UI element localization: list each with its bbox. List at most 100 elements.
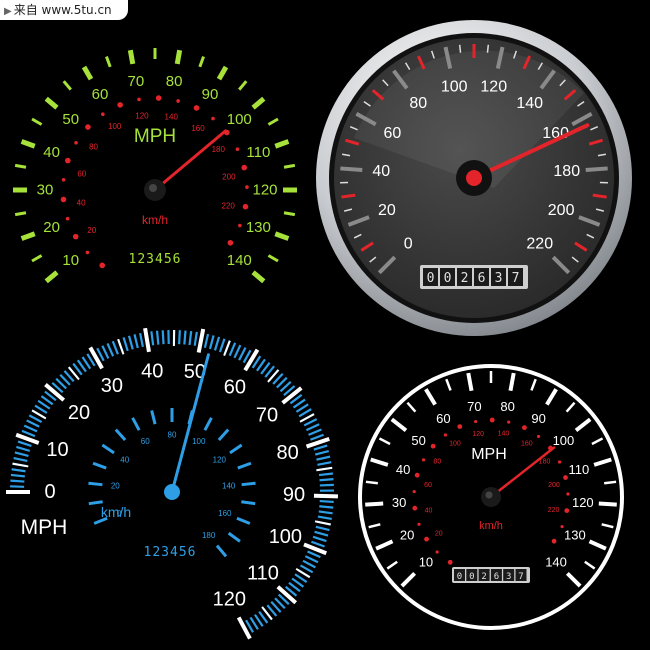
mph-label: 20 [400, 527, 414, 542]
odometer-digit: 0 [457, 572, 462, 582]
mph-label: 40 [396, 462, 410, 477]
speed-label: 0 [404, 235, 413, 252]
mph-label: 20 [43, 219, 60, 236]
speed-label: 120 [480, 79, 507, 96]
band-tick [155, 330, 160, 345]
kmh-dot [74, 140, 78, 145]
mph-label: 20 [68, 402, 90, 424]
kmh-dot [435, 550, 439, 554]
odometer-digit: 7 [518, 572, 523, 582]
kmh-label: 20 [435, 530, 443, 537]
mph-label: 10 [46, 439, 68, 461]
major-tick [274, 139, 290, 149]
minor-tick [565, 401, 576, 413]
minor-tick [198, 56, 205, 68]
kmh-tick [150, 410, 157, 425]
band-tick [318, 472, 334, 477]
band-tick [311, 540, 325, 548]
kmh-label: 160 [218, 509, 232, 518]
mph-label: 80 [276, 442, 298, 464]
kmh-dot [447, 559, 453, 565]
major-tick [598, 501, 617, 507]
kmh-label: 20 [87, 226, 96, 235]
major-tick [370, 457, 389, 467]
band-tick [218, 338, 226, 353]
kmh-dot [414, 472, 420, 478]
unit-mph: MPH [471, 446, 507, 463]
major-tick [400, 571, 417, 588]
odometer: 123456 [129, 252, 182, 267]
mph-label: 70 [256, 404, 278, 426]
half-tick [117, 338, 125, 355]
kmh-label: 140 [498, 431, 510, 438]
kmh-tick [88, 481, 103, 487]
major-tick [127, 49, 136, 65]
speed-label: 180 [553, 163, 580, 180]
mph-label: 60 [224, 376, 246, 398]
mph-label: 90 [531, 411, 545, 426]
mph-label: 120 [252, 182, 277, 199]
half-tick [12, 462, 29, 468]
kmh-dot [430, 443, 436, 449]
mph-label: 100 [269, 526, 302, 548]
speed-label: 60 [383, 125, 401, 142]
kmh-dot [101, 112, 105, 117]
speedometer-collage: 10203040506070 80901001101201301402040608… [6, 20, 632, 640]
odometer-digit: 3 [506, 572, 511, 582]
major-tick [466, 372, 474, 392]
band-tick [314, 450, 330, 456]
minor-tick [14, 211, 27, 217]
mph-label: 70 [467, 399, 481, 414]
kmh-label: 140 [222, 482, 236, 491]
mph-label: 60 [92, 86, 109, 103]
kmh-label: 80 [168, 431, 177, 440]
band-tick [299, 564, 314, 574]
band-tick [150, 331, 155, 346]
kmh-dot [65, 216, 70, 221]
minor-tick [378, 437, 391, 446]
band-tick [208, 335, 215, 350]
kmh-tick [101, 443, 115, 455]
kmh-dot [412, 505, 418, 511]
unit-kmh: km/h [101, 504, 131, 520]
unit-kmh: km/h [142, 213, 168, 227]
band-tick [16, 445, 31, 452]
kmh-dot [412, 489, 416, 494]
kmh-dot [417, 522, 421, 526]
speed-label: 100 [441, 79, 468, 96]
mph-label: 60 [436, 411, 450, 426]
kmh-label: 180 [202, 531, 216, 540]
kmh-tick [203, 417, 213, 431]
kmh-label: 40 [77, 199, 86, 208]
minor-tick [486, 44, 490, 53]
mph-label: 10 [62, 252, 79, 269]
band-tick [193, 331, 198, 346]
speed-label: 40 [372, 163, 390, 180]
major-tick [274, 231, 290, 241]
white-speedometer: 10203040506070 80901001101201301402040608… [358, 364, 624, 630]
minor-tick [283, 211, 296, 217]
kmh-dot [211, 116, 215, 121]
kmh-dot [241, 164, 248, 171]
kmh-label: 100 [192, 437, 206, 446]
blue-speedometer: 010203040 5060708090100110120020406080100… [6, 327, 338, 640]
mph-label: 30 [37, 182, 54, 199]
kmh-dot [176, 99, 180, 103]
kmh-tick [227, 531, 241, 543]
band-tick [111, 340, 119, 355]
major-tick [508, 372, 516, 392]
kmh-dot [227, 239, 234, 246]
band-tick [13, 456, 28, 463]
major-tick [545, 388, 558, 406]
kmh-label: 80 [89, 142, 98, 151]
band-tick [101, 345, 110, 359]
mph-label: 140 [227, 252, 252, 269]
odometer-digit: 2 [461, 271, 469, 286]
minor-tick [31, 117, 43, 126]
red-tick [341, 193, 356, 199]
kmh-label: 220 [222, 202, 236, 211]
kmh-dot [245, 185, 249, 189]
half-tick [223, 340, 231, 356]
major-tick [593, 457, 612, 467]
major-tick [574, 417, 592, 432]
